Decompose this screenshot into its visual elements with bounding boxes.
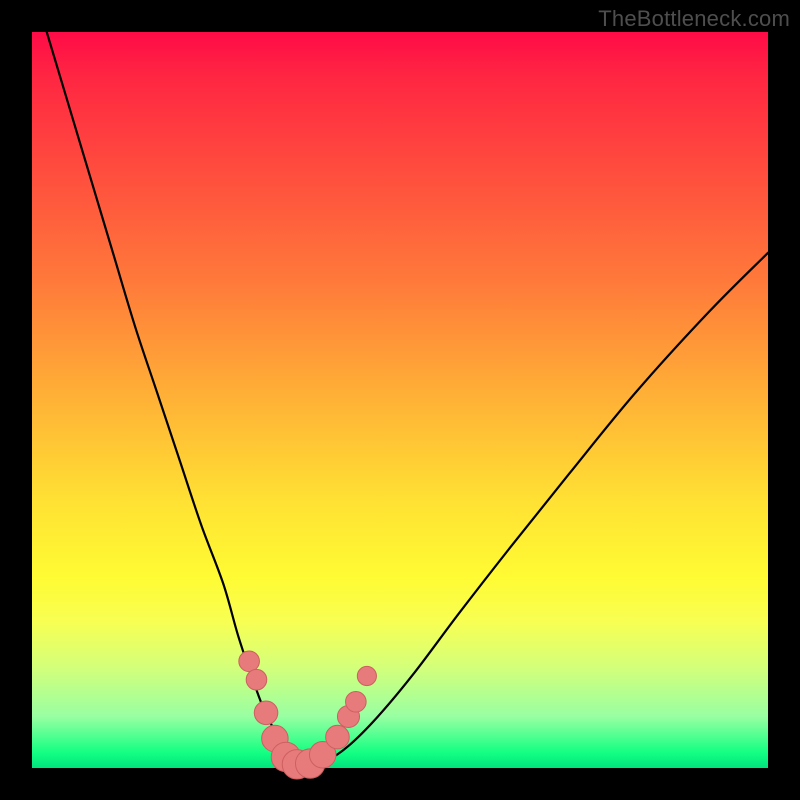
curve-marker bbox=[346, 691, 367, 712]
plot-area bbox=[32, 32, 768, 768]
curve-marker bbox=[246, 669, 267, 690]
watermark-text: TheBottleneck.com bbox=[598, 6, 790, 32]
curve-marker bbox=[254, 701, 278, 725]
curve-marker bbox=[239, 651, 260, 672]
curve-markers bbox=[239, 651, 377, 779]
curve-layer bbox=[32, 32, 768, 768]
v-curve bbox=[47, 32, 768, 764]
curve-marker bbox=[357, 666, 376, 685]
chart-frame: TheBottleneck.com bbox=[0, 0, 800, 800]
curve-marker bbox=[326, 725, 350, 749]
